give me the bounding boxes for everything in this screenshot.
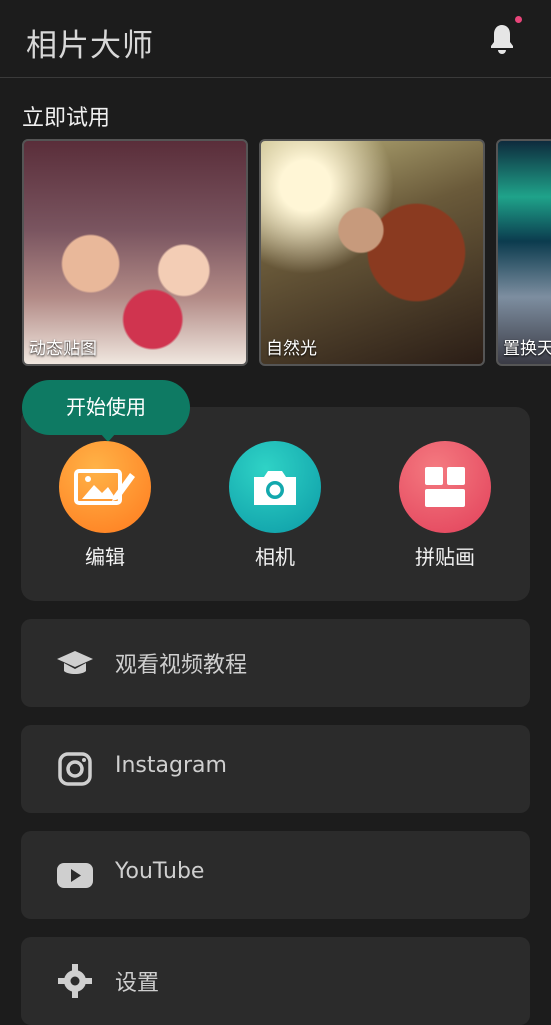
- try-now-title: 立即试用: [22, 106, 111, 131]
- app-title: 相片大师: [26, 28, 154, 64]
- camera-tool-button[interactable]: 相机: [229, 441, 321, 570]
- edit-tool-button[interactable]: 编辑: [59, 441, 151, 570]
- collage-icon: [399, 441, 491, 533]
- menu-item-label: 设置: [115, 971, 160, 996]
- camera-icon: [229, 441, 321, 533]
- feature-card-natural-light[interactable]: 自然光: [259, 139, 485, 366]
- card-label: 置换天: [503, 339, 551, 359]
- menu-item-settings[interactable]: 设置: [21, 937, 530, 1025]
- bell-icon[interactable]: [486, 22, 518, 56]
- instagram-icon: [58, 752, 92, 786]
- tool-label: 相机: [255, 545, 295, 569]
- feature-card-sky-replace[interactable]: 置换天: [496, 139, 551, 366]
- menu-item-label: YouTube: [115, 859, 205, 884]
- notification-badge: [515, 16, 522, 23]
- menu-item-video-tutorial[interactable]: 观看视频教程: [21, 619, 530, 707]
- graduation-cap-icon: [57, 651, 93, 674]
- tool-label: 编辑: [85, 545, 125, 569]
- card-label: 自然光: [266, 339, 317, 359]
- card-label: 动态贴图: [29, 339, 97, 359]
- menu-item-youtube[interactable]: YouTube: [21, 831, 530, 919]
- menu-item-label: 观看视频教程: [115, 653, 248, 678]
- edit-image-icon: [59, 441, 151, 533]
- collage-tool-button[interactable]: 拼贴画: [399, 441, 491, 570]
- tool-label: 拼贴画: [415, 545, 475, 569]
- app-header: 相片大师: [0, 0, 551, 78]
- get-started-tooltip[interactable]: 开始使用: [22, 380, 190, 435]
- youtube-icon: [57, 863, 93, 888]
- feature-card-animated-sticker[interactable]: 动态贴图: [22, 139, 248, 366]
- gear-icon: [58, 964, 92, 998]
- menu-item-label: Instagram: [115, 753, 227, 778]
- menu-item-instagram[interactable]: Instagram: [21, 725, 530, 813]
